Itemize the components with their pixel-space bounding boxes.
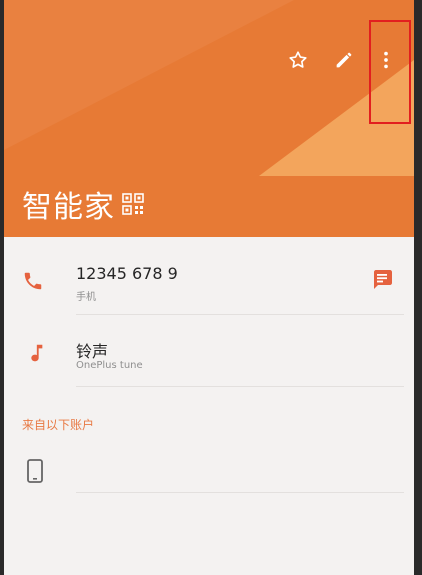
device-phone-icon (27, 459, 43, 483)
divider (76, 314, 404, 315)
divider (76, 492, 404, 493)
phone-icon (24, 272, 42, 290)
contact-header: 智能家 (4, 0, 414, 237)
ringtone-label: 铃声 (76, 342, 109, 361)
accounts-section-title: 来自以下账户 (22, 418, 95, 432)
qr-code-icon[interactable] (122, 193, 144, 215)
device-bezel-right (414, 0, 422, 575)
music-note-icon (31, 344, 43, 362)
contact-name: 智能家 (22, 190, 115, 225)
favorite-button[interactable] (280, 42, 316, 78)
phone-type: 手机 (76, 292, 96, 303)
contact-detail-screen: 智能家 12345 678 9 手机 铃声 OnePlus tune 来自以下账… (4, 0, 414, 575)
selection-highlight-box (369, 20, 411, 124)
phone-number[interactable]: 12345 678 9 (76, 264, 178, 283)
edit-button[interactable] (326, 42, 362, 78)
divider (76, 386, 404, 387)
message-icon[interactable] (370, 267, 394, 291)
pencil-icon (336, 52, 352, 68)
star-outline-icon (289, 51, 307, 68)
ringtone-value: OnePlus tune (76, 360, 143, 371)
